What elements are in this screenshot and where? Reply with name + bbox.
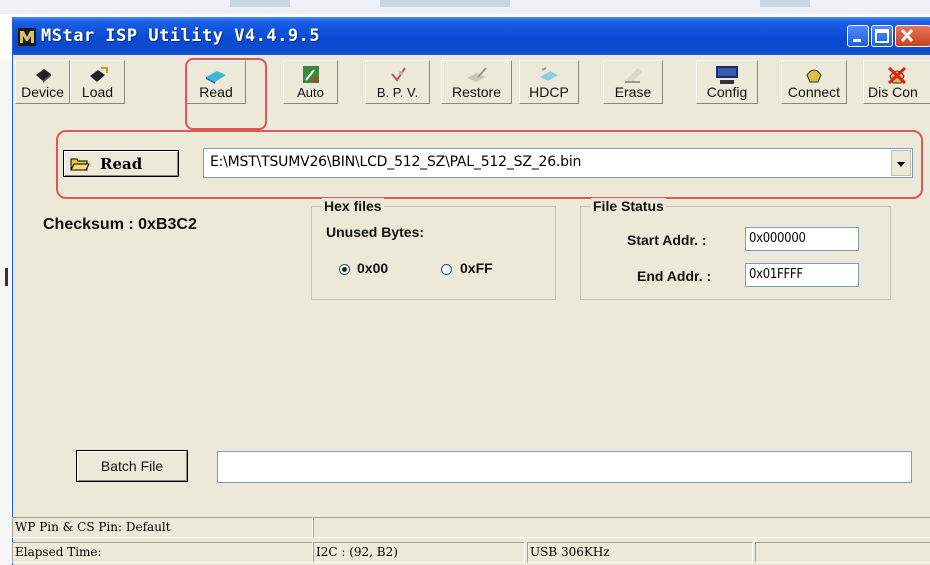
toolbar-hdcp-label: HDCP <box>529 84 569 100</box>
file-path-value: E:\MST\TSUMV26\BIN\LCD_512_SZ\PAL_512_SZ… <box>210 154 582 170</box>
toolbar-load-button[interactable]: Load <box>70 60 125 104</box>
chip-icon <box>35 69 51 83</box>
file-status-title: File Status <box>591 198 666 214</box>
connect-icon <box>806 69 822 83</box>
checksum-readout: Checksum : 0xB3C2 <box>43 216 197 233</box>
chip-load-icon <box>89 67 108 82</box>
toolbar-disconnect-label: Dis Con <box>868 84 918 100</box>
toolbar-restore-button[interactable]: Restore <box>441 60 512 104</box>
background-cursor-mark <box>5 268 8 286</box>
toolbar-config-label: Config <box>706 84 748 100</box>
close-button[interactable] <box>895 25 930 47</box>
auto-icon <box>302 66 319 83</box>
end-addr-field[interactable]: 0x01FFFF <box>745 263 859 287</box>
title-bar[interactable]: MStar ISP Utility V4.4.9.5 <box>13 17 930 55</box>
window-title: MStar ISP Utility V4.4.9.5 <box>41 26 321 46</box>
background-edge <box>0 60 12 565</box>
toolbar-auto-button[interactable]: Auto <box>283 60 338 104</box>
batch-file-field[interactable] <box>217 451 912 483</box>
minimize-button[interactable] <box>847 25 869 47</box>
disconnect-icon <box>887 66 907 85</box>
folder-open-icon <box>70 158 90 171</box>
toolbar-config-button[interactable]: Config <box>696 60 758 104</box>
isp-utility-window: MStar ISP Utility V4.4.9.5 Device Load R… <box>12 17 930 565</box>
start-addr-value: 0x000000 <box>749 231 806 246</box>
file-path-combobox[interactable]: E:\MST\TSUMV26\BIN\LCD_512_SZ\PAL_512_SZ… <box>203 148 913 178</box>
status-spare-cell <box>755 542 930 563</box>
monitor-icon <box>716 66 738 84</box>
status-wp-pin-text: WP Pin & CS Pin: Default <box>15 520 171 534</box>
start-addr-field[interactable]: 0x000000 <box>745 227 859 251</box>
toolbar-connect-button[interactable]: Connect <box>781 60 847 104</box>
status-bar: WP Pin & CS Pin: Default Elapsed Time: I… <box>12 515 930 565</box>
toolbar: Device Load Read Auto B. P. V. Restore H… <box>13 55 930 108</box>
check-icon <box>390 67 406 82</box>
read-file-button-label: Read <box>100 155 143 173</box>
toolbar-device-label: Device <box>21 84 64 100</box>
batch-file-button[interactable]: Batch File <box>76 450 188 482</box>
radio-0xff[interactable] <box>441 264 452 275</box>
hdcp-icon <box>540 67 558 81</box>
end-addr-label: End Addr. : <box>637 268 712 284</box>
minimize-icon <box>853 39 861 42</box>
toolbar-bpv-label: B. P. V. <box>376 85 419 100</box>
close-icon <box>900 28 914 43</box>
read-icon <box>206 71 226 84</box>
toolbar-hdcp-button[interactable]: HDCP <box>519 60 579 104</box>
maximize-icon <box>875 29 889 43</box>
app-logo-icon <box>18 28 36 46</box>
hex-files-group: Hex files Unused Bytes: 0x00 0xFF <box>311 198 556 300</box>
toolbar-restore-label: Restore <box>451 84 502 100</box>
toolbar-erase-button[interactable]: Erase <box>603 60 663 104</box>
toolbar-auto-label: Auto <box>297 85 324 100</box>
toolbar-read-label: Read <box>199 84 233 100</box>
restore-icon <box>466 67 487 82</box>
maximize-button[interactable] <box>871 25 893 47</box>
status-usb-text: USB 306KHz <box>530 545 610 559</box>
status-i2c: I2C : (92, B2) <box>313 542 525 563</box>
hex-files-title: Hex files <box>322 198 384 214</box>
batch-file-button-label: Batch File <box>100 458 164 474</box>
status-wp-pin: WP Pin & CS Pin: Default <box>12 517 313 538</box>
start-addr-label: Start Addr. : <box>627 232 707 248</box>
status-usb: USB 306KHz <box>527 542 753 563</box>
chevron-down-icon[interactable] <box>891 150 911 176</box>
toolbar-erase-label: Erase <box>614 84 652 100</box>
status-elapsed-text: Elapsed Time: <box>15 545 102 559</box>
toolbar-disconnect-button[interactable]: Dis Con <box>863 60 930 104</box>
toolbar-read-button[interactable]: Read <box>186 60 246 104</box>
radio-0xff-label: 0xFF <box>460 260 493 276</box>
toolbar-load-label: Load <box>81 84 114 100</box>
file-status-group: File Status Start Addr. : 0x000000 End A… <box>580 198 891 300</box>
read-file-button[interactable]: Read <box>63 150 179 177</box>
status-empty-cell <box>313 517 930 538</box>
end-addr-value: 0x01FFFF <box>749 267 803 282</box>
toolbar-device-button[interactable]: Device <box>15 60 70 104</box>
radio-0x00-label: 0x00 <box>357 260 389 276</box>
erase-icon <box>625 68 642 84</box>
radio-0x00[interactable] <box>339 264 350 275</box>
toolbar-bpv-button[interactable]: B. P. V. <box>365 60 430 104</box>
unused-bytes-label: Unused Bytes: <box>326 224 425 240</box>
status-elapsed: Elapsed Time: <box>12 542 313 563</box>
status-i2c-text: I2C : (92, B2) <box>316 545 398 559</box>
background-strip <box>0 0 930 14</box>
toolbar-connect-label: Connect <box>787 84 841 100</box>
